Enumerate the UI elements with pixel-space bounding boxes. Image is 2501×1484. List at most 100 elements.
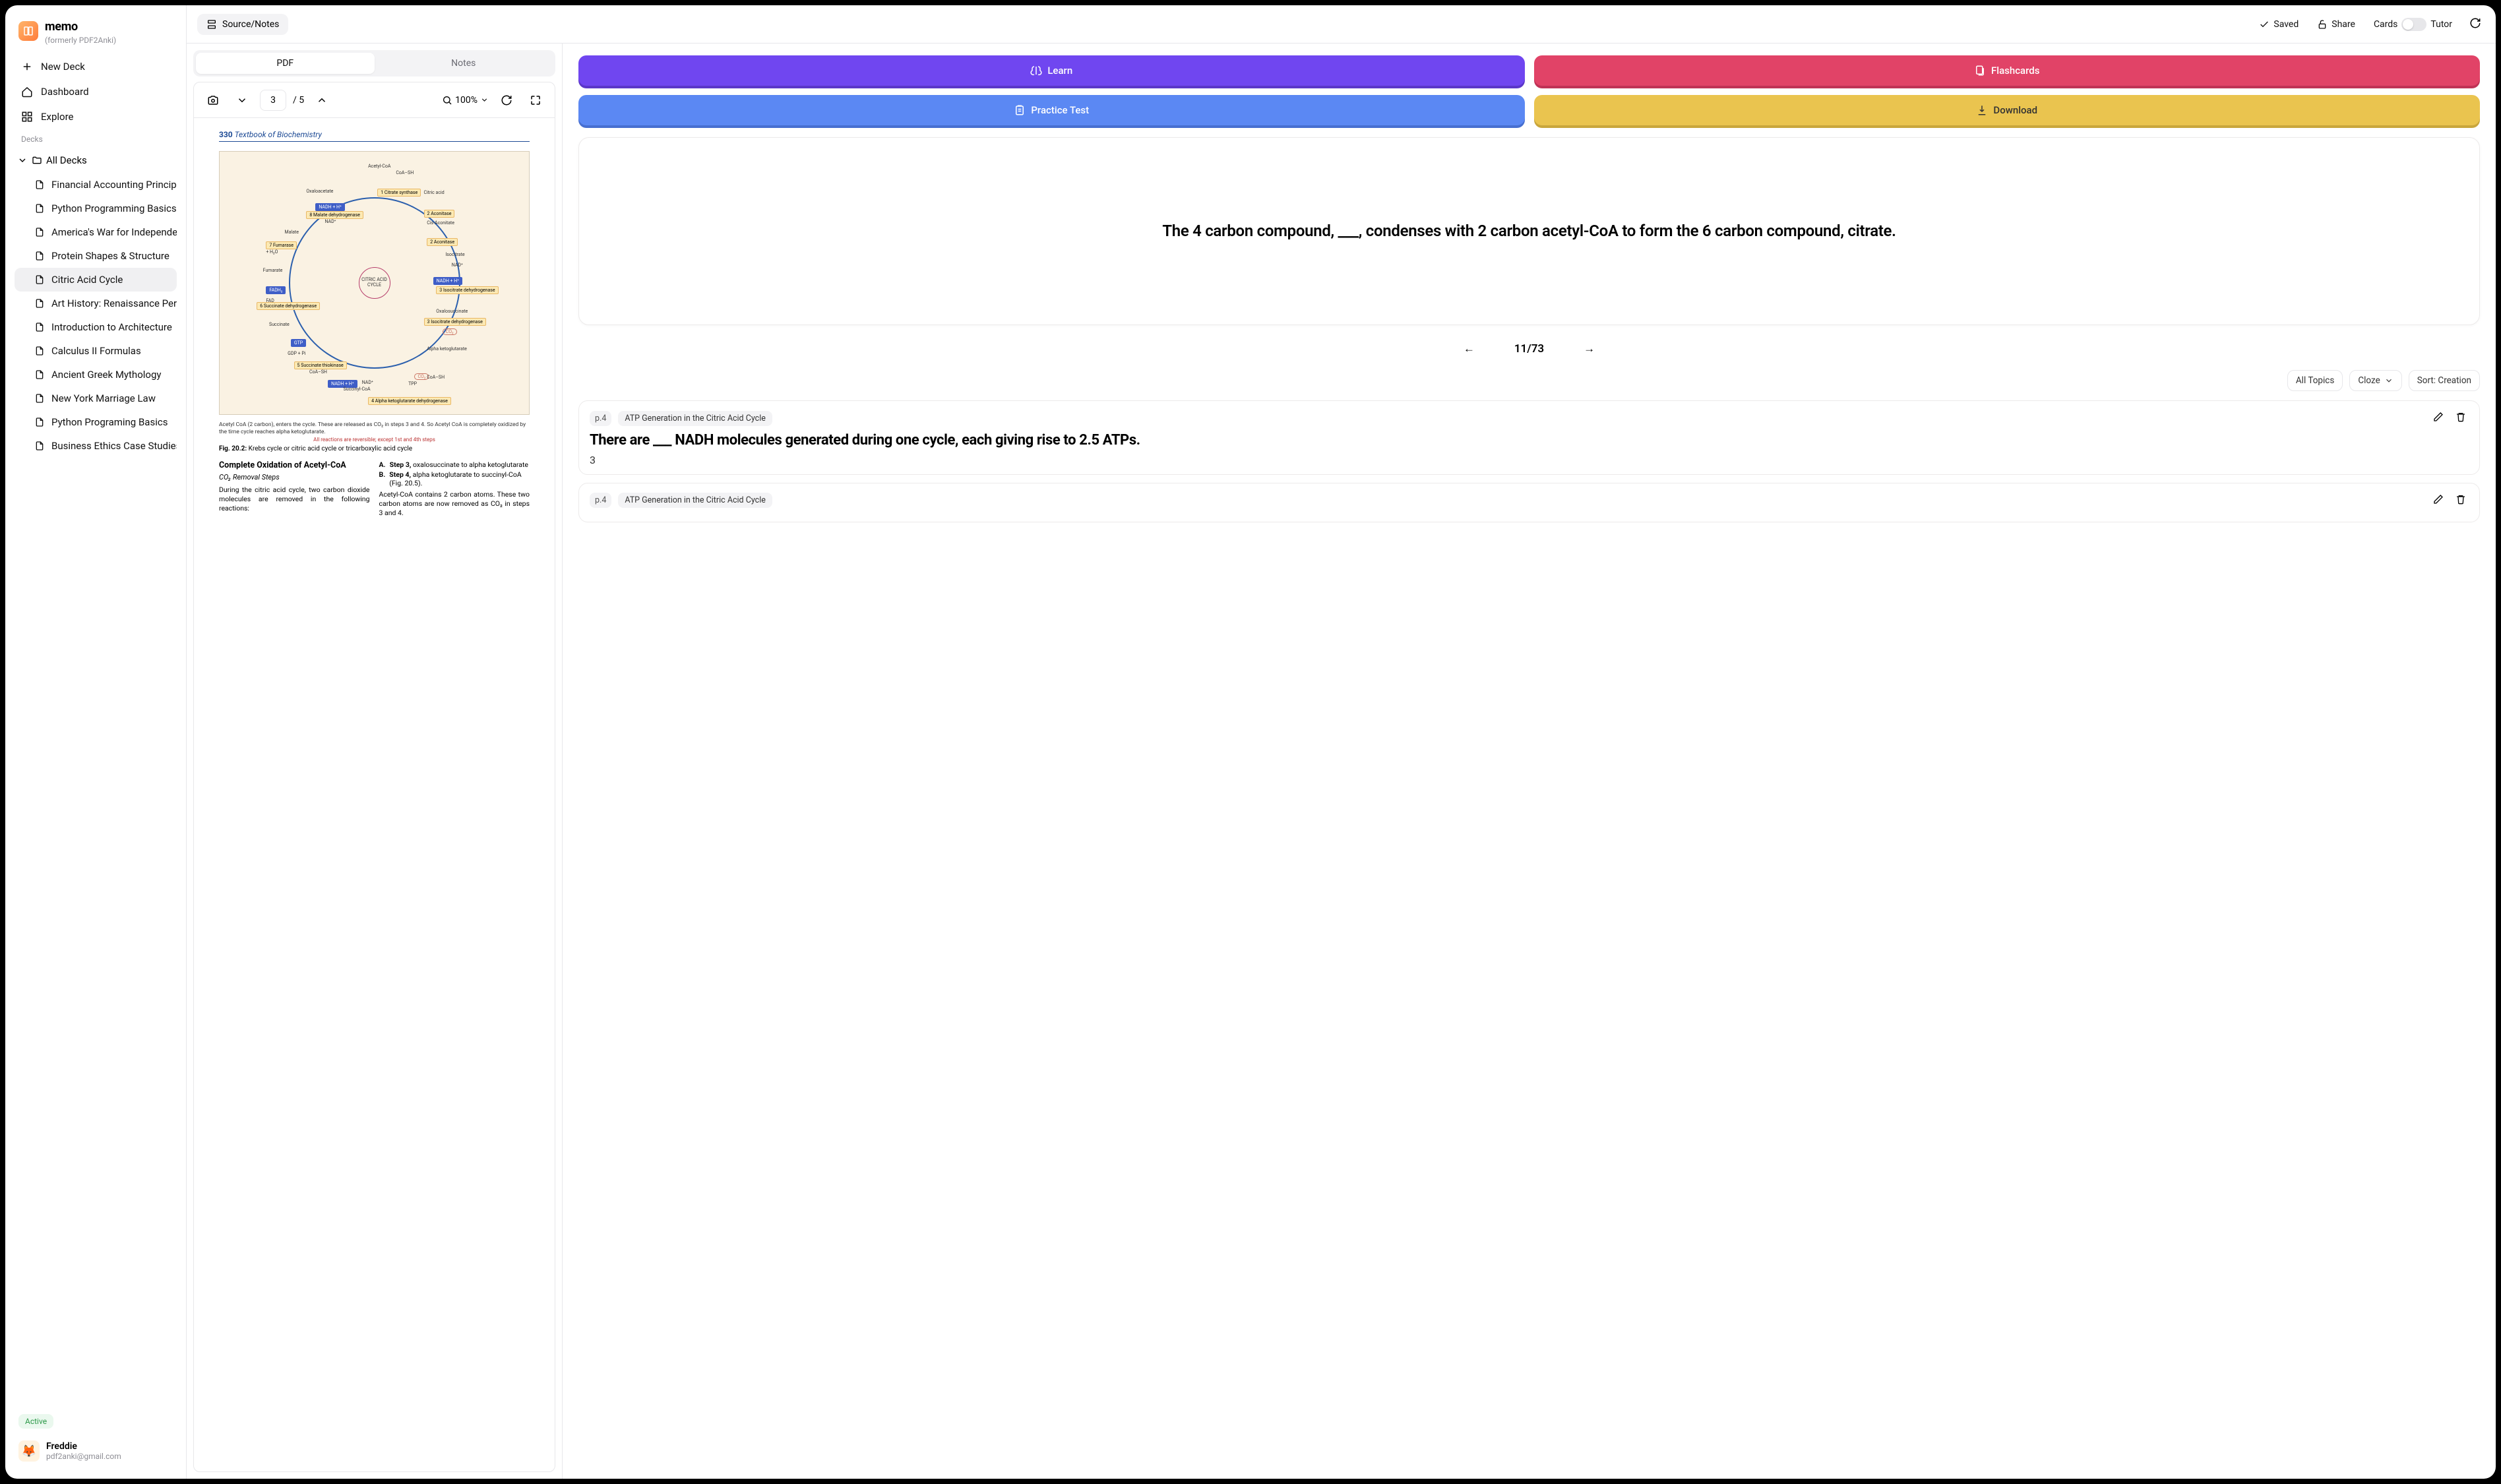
card-page-chip: p.4 [590,411,611,426]
card-row[interactable]: p.4ATP Generation in the Citric Acid Cyc… [578,483,2480,522]
plus-icon [21,61,33,73]
filter-cloze[interactable]: Cloze [2349,370,2401,391]
filter-topics[interactable]: All Topics [2287,370,2343,391]
file-icon [34,393,45,404]
card-prev-button[interactable]: ← [1457,340,1481,358]
flashcards-button[interactable]: Flashcards [1534,55,2481,86]
lock-open-icon [2317,19,2328,30]
deck-item-label: Python Programing Basics [51,416,168,428]
refresh-button[interactable] [2465,13,2485,36]
card-question: There are ___ NADH molecules generated d… [590,431,2469,450]
cycle-center-label: CITRIC ACID CYCLE [359,267,390,299]
learn-button[interactable]: Learn [578,55,1525,86]
pencil-icon [2433,412,2444,422]
file-icon [34,298,45,309]
deck-item[interactable]: Financial Accounting Principles [15,173,177,197]
deck-item-label: Introduction to Architecture [51,321,172,333]
all-decks-label: All Decks [46,154,87,166]
tab-pdf[interactable]: PDF [196,53,375,74]
top-bar: Source/Notes Saved Share Cards Tutor [187,5,2496,44]
grid-icon [21,111,33,123]
folder-icon [32,155,42,166]
screenshot-button[interactable] [202,90,224,110]
search-icon [442,95,452,106]
avatar: 🦊 [18,1440,40,1462]
deck-item[interactable]: Business Ethics Case Studies [15,434,177,458]
edit-card-button[interactable] [2430,491,2446,510]
right-pane: Learn Flashcards Practice Test Download [563,44,2496,1479]
chevron-down-icon [480,96,489,104]
new-deck-button[interactable]: New Deck [15,54,177,79]
explore-label: Explore [41,111,74,123]
saved-label: Saved [2273,19,2299,30]
practice-test-button[interactable]: Practice Test [578,95,1525,125]
pdf-page[interactable]: 330 Textbook of Biochemistry CITRIC ACID… [194,118,555,1471]
page-header: 330 Textbook of Biochemistry [219,130,530,142]
clipboard-icon [1014,104,1026,116]
deck-item[interactable]: Python Programing Basics [15,410,177,434]
page-next-button[interactable] [231,90,253,110]
reload-button[interactable] [495,90,518,110]
download-button[interactable]: Download [1534,95,2481,125]
deck-item-label: Calculus II Formulas [51,345,141,357]
deck-item[interactable]: America's War for Independe... [15,220,177,244]
trash-icon [2455,412,2466,422]
featured-card-question: The 4 carbon compound, ___, condenses wi… [1162,220,1896,243]
dashboard-button[interactable]: Dashboard [15,79,177,104]
deck-item[interactable]: Art History: Renaissance Peri... [15,292,177,315]
layers-icon [206,19,217,30]
deck-item[interactable]: Citric Acid Cycle [15,268,177,292]
cards-label: Cards [2374,19,2397,30]
cards-icon [1974,65,1986,77]
learn-label: Learn [1047,65,1072,77]
tutor-label: Tutor [2430,19,2452,30]
deck-item-label: Financial Accounting Principles [51,179,177,191]
practice-test-label: Practice Test [1031,104,1089,116]
dashboard-label: Dashboard [41,86,89,98]
download-label: Download [1993,104,2037,116]
toggle-switch[interactable] [2401,18,2426,31]
deck-item[interactable]: Python Programming Basics [15,197,177,220]
deck-item[interactable]: Ancient Greek Mythology [15,363,177,386]
new-deck-label: New Deck [41,61,85,73]
all-decks-toggle[interactable]: All Decks [15,148,177,173]
file-icon [34,179,45,190]
card-row[interactable]: p.4 ATP Generation in the Citric Acid Cyc… [578,400,2480,475]
deck-item[interactable]: New York Marriage Law [15,386,177,410]
active-badge: Active [18,1414,53,1429]
deck-item[interactable]: Calculus II Formulas [15,339,177,363]
user-menu[interactable]: 🦊 Freddie pdf2anki@gmail.com [15,1435,177,1467]
card-topic-chip: ATP Generation in the Citric Acid Cycle [618,411,772,426]
file-icon [34,274,45,285]
pdf-toolbar: / 5 100% [194,82,555,118]
expand-button[interactable] [524,90,547,110]
zoom-value: 100% [455,95,478,106]
delete-card-button[interactable] [2453,491,2469,510]
flashcards-label: Flashcards [1991,65,2039,77]
download-icon [1976,104,1988,116]
edit-card-button[interactable] [2430,409,2446,427]
chevron-down-icon [236,94,248,106]
explore-button[interactable]: Explore [15,104,177,129]
filter-sort[interactable]: Sort: Creation [2409,370,2480,391]
view-tabs: PDF Notes [193,50,555,77]
check-icon [2259,19,2269,30]
left-pane: PDF Notes / 5 100% [187,44,563,1479]
share-button[interactable]: Share [2312,15,2361,34]
zoom-button[interactable]: 100% [442,95,489,106]
deck-item[interactable]: Introduction to Architecture [15,315,177,339]
card-next-button[interactable]: → [1577,340,1601,358]
file-icon [34,346,45,356]
source-notes-button[interactable]: Source/Notes [197,14,288,35]
page-input[interactable] [260,90,286,111]
pencil-icon [2433,494,2444,505]
tab-notes[interactable]: Notes [375,53,553,74]
deck-item-label: Business Ethics Case Studies [51,440,177,452]
delete-card-button[interactable] [2453,409,2469,427]
page-prev-button[interactable] [311,90,333,110]
deck-item[interactable]: Protein Shapes & Structure [15,244,177,268]
refresh-icon [501,94,512,106]
cards-tutor-toggle[interactable]: Cards Tutor [2368,14,2457,35]
figure-redline: All reactions are reversible; except 1st… [219,437,530,443]
featured-card[interactable]: The 4 carbon compound, ___, condenses wi… [578,137,2480,325]
